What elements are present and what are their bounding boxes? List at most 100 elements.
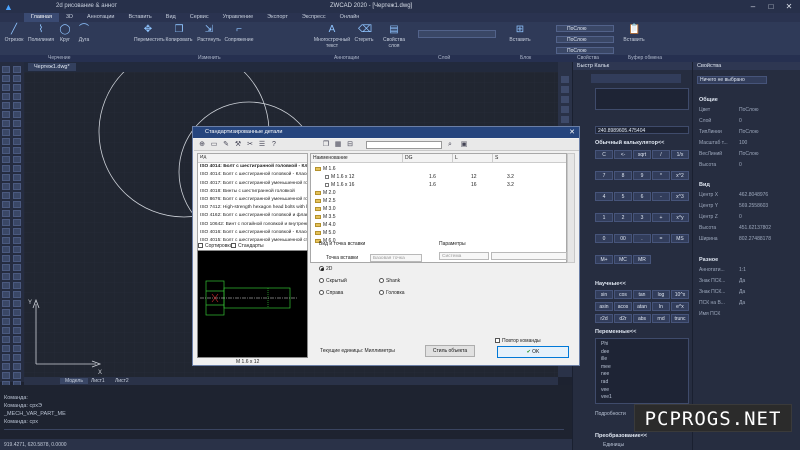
tool-icon[interactable] bbox=[2, 111, 10, 118]
property-value[interactable]: 802.27488178 bbox=[739, 236, 771, 242]
standard-item[interactable]: ISO 4016: Болт с шестигранной головкой -… bbox=[198, 229, 307, 237]
sci-key[interactable]: cos bbox=[614, 290, 632, 299]
standard-item[interactable]: ISO 4162: Болт с шестигранной головкой и… bbox=[198, 212, 307, 220]
tool-icon[interactable] bbox=[13, 183, 21, 190]
tool-icon[interactable] bbox=[2, 102, 10, 109]
ribbon-tab[interactable]: Вставить bbox=[121, 13, 158, 22]
calc-key[interactable]: x^y bbox=[671, 213, 689, 222]
tool-icon[interactable] bbox=[2, 318, 10, 325]
tool-icon[interactable] bbox=[2, 192, 10, 199]
tool-icon[interactable] bbox=[13, 318, 21, 325]
tool-icon[interactable] bbox=[2, 183, 10, 190]
ribbon-tab[interactable]: Экспорт bbox=[260, 13, 295, 22]
calc-key[interactable]: . bbox=[633, 234, 651, 243]
sci-key[interactable]: asin bbox=[595, 302, 613, 311]
tool-icon[interactable] bbox=[2, 75, 10, 82]
property-row[interactable]: ТипЛинии ПоСлою bbox=[699, 129, 797, 135]
tab-sheet2[interactable]: Лист2 bbox=[110, 378, 134, 384]
ribbon-tab[interactable]: 3D bbox=[59, 13, 80, 22]
standard-item[interactable]: ISO 4018: Винты с шестигранной головкой bbox=[198, 188, 307, 196]
property-value[interactable]: 569.2558603 bbox=[739, 203, 768, 209]
view-header[interactable]: Вид bbox=[699, 182, 710, 188]
standard-item[interactable]: ISO 4017: Болт с шестигранной уменьшенно… bbox=[198, 180, 307, 188]
tool-icon[interactable] bbox=[13, 192, 21, 199]
property-value[interactable]: 0 bbox=[739, 118, 742, 124]
tools-icon[interactable]: ✂ bbox=[246, 141, 254, 149]
property-row[interactable]: ВесЛиний ПоСлою bbox=[699, 151, 797, 157]
circle-button[interactable]: ◯ Круг bbox=[57, 24, 73, 43]
view-tool-icon[interactable] bbox=[561, 76, 569, 83]
property-row[interactable]: Высота 451.62137802 bbox=[699, 225, 797, 231]
property-row[interactable]: Центр Y 569.2558603 bbox=[699, 203, 797, 209]
minimize-icon[interactable]: – bbox=[744, 1, 762, 12]
tool-icon[interactable] bbox=[13, 273, 21, 280]
col-dg[interactable]: DG bbox=[403, 154, 453, 163]
tool-icon[interactable] bbox=[13, 345, 21, 352]
tool-icon[interactable] bbox=[2, 273, 10, 280]
standard-item[interactable]: ISO 10642: Винт с потайной головкой и вн… bbox=[198, 221, 307, 229]
ribbon-tab[interactable]: Вид bbox=[159, 13, 183, 22]
sci-key[interactable]: trunc bbox=[671, 314, 689, 323]
tool-icon[interactable] bbox=[13, 291, 21, 298]
ribbon-tab[interactable]: Управление bbox=[216, 13, 261, 22]
variable-item[interactable]: mee bbox=[601, 364, 611, 370]
tool-icon[interactable] bbox=[13, 372, 21, 379]
calc-key[interactable]: x^2 bbox=[671, 171, 689, 180]
property-row[interactable]: ПСК на В... Да bbox=[699, 300, 797, 306]
view-right-radio[interactable]: Справа bbox=[319, 290, 343, 296]
tree-node[interactable]: M 2.0 bbox=[315, 190, 336, 196]
ribbon-tab[interactable]: Главная bbox=[24, 13, 59, 22]
sci-key[interactable]: e^x bbox=[671, 302, 689, 311]
lineweight-combo[interactable]: ПоСлою bbox=[556, 47, 614, 54]
search-combo[interactable] bbox=[366, 141, 442, 149]
stretch-button[interactable]: ⇲ Растянуть bbox=[196, 24, 222, 43]
col-s[interactable]: S bbox=[493, 154, 566, 163]
tool-icon[interactable] bbox=[2, 246, 10, 253]
tab-model[interactable]: Модель bbox=[60, 378, 88, 384]
tool-icon[interactable] bbox=[2, 138, 10, 145]
property-value[interactable]: 462.8048976 bbox=[739, 192, 768, 198]
calc-key[interactable]: MC bbox=[614, 255, 632, 264]
standards-checkbox[interactable]: Стандарты bbox=[231, 243, 264, 249]
tree-scrollbar[interactable] bbox=[567, 153, 575, 263]
tool-icon[interactable] bbox=[13, 210, 21, 217]
standard-item[interactable]: ISO 7412: High-strength hexagon head bol… bbox=[198, 204, 307, 212]
tool-icon[interactable] bbox=[13, 237, 21, 244]
linetype-combo[interactable]: ПоСлою bbox=[556, 36, 614, 43]
misc-header[interactable]: Разное bbox=[699, 257, 718, 263]
tool-icon[interactable] bbox=[13, 120, 21, 127]
calc-key[interactable]: MS bbox=[671, 234, 689, 243]
sci-key[interactable]: 10^x bbox=[671, 290, 689, 299]
tool-icon[interactable] bbox=[2, 210, 10, 217]
polyline-button[interactable]: ⌇ Полилиния bbox=[28, 24, 54, 43]
tool-icon[interactable] bbox=[2, 264, 10, 271]
edit-icon[interactable]: ✎ bbox=[222, 141, 230, 149]
calc-key[interactable]: sqrt bbox=[633, 150, 651, 159]
variable-item[interactable]: vee bbox=[601, 387, 609, 393]
options-icon[interactable]: ▣ bbox=[460, 141, 468, 149]
variables-header[interactable]: Переменные<< bbox=[595, 329, 636, 335]
ok-button[interactable]: ✔ OK bbox=[497, 346, 569, 358]
tree-node[interactable]: M 1.6 bbox=[315, 166, 336, 172]
tool-icon[interactable] bbox=[13, 300, 21, 307]
tool-icon[interactable] bbox=[2, 372, 10, 379]
sci-key[interactable]: d2r bbox=[614, 314, 632, 323]
tool-icon[interactable] bbox=[13, 165, 21, 172]
tool-icon[interactable] bbox=[2, 147, 10, 154]
view-tool-icon[interactable] bbox=[561, 86, 569, 93]
calc-key[interactable]: C bbox=[595, 150, 613, 159]
ribbon-tab[interactable]: Сервис bbox=[183, 13, 216, 22]
property-row[interactable]: Знак ПСК... Да bbox=[699, 289, 797, 295]
copy-button[interactable]: ❐ Копировать bbox=[164, 24, 194, 43]
property-row[interactable]: Масштаб т... 100 bbox=[699, 140, 797, 146]
copy-icon[interactable]: ❐ bbox=[322, 141, 330, 149]
calc-key[interactable]: 4 bbox=[595, 192, 613, 201]
sci-key[interactable]: log bbox=[652, 290, 670, 299]
property-value[interactable]: ПоСлою bbox=[739, 129, 759, 135]
search-icon[interactable]: ⌕ bbox=[446, 141, 454, 149]
tool-icon[interactable] bbox=[2, 345, 10, 352]
variable-item[interactable]: dee bbox=[601, 349, 609, 355]
view-2d-radio[interactable]: 2D bbox=[319, 266, 332, 272]
property-row[interactable]: Высота 0 bbox=[699, 162, 797, 168]
tool-icon[interactable] bbox=[13, 201, 21, 208]
